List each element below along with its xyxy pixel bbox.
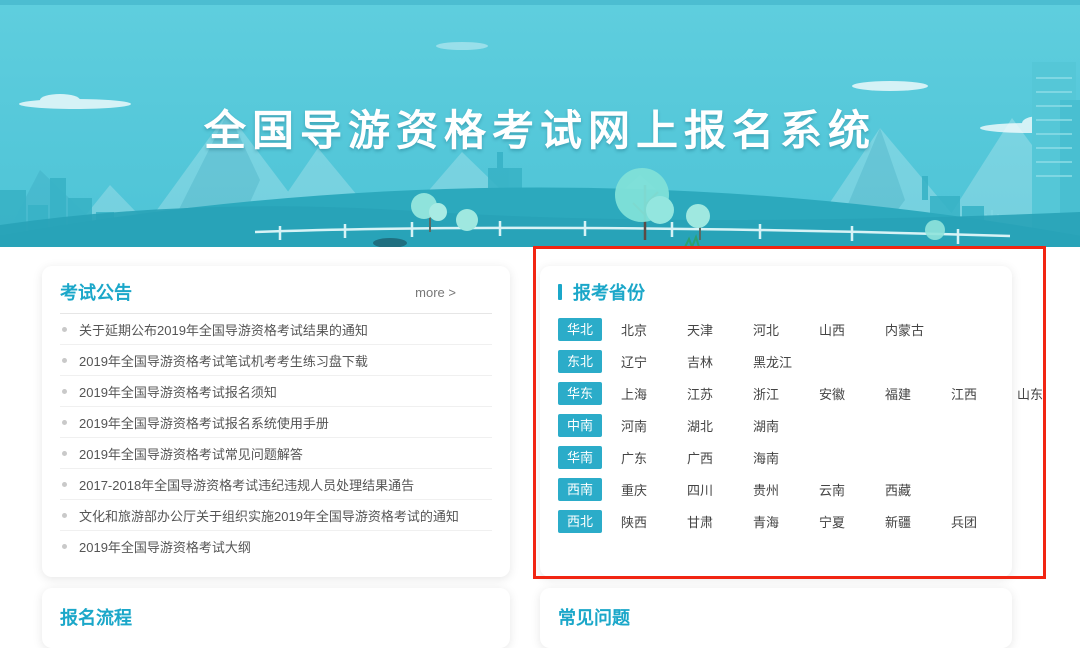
region-button[interactable]: 华北 (558, 318, 602, 341)
province-link[interactable]: 安徽 (819, 384, 860, 403)
region-row: 华北 北京 天津 河北 山西 内蒙古 (558, 313, 994, 345)
province-link[interactable]: 海南 (753, 448, 794, 467)
announcement-item[interactable]: 关于延期公布2019年全国导游资格考试结果的通知 (60, 314, 492, 345)
announcement-item[interactable]: 2019年全国导游资格考试大纲 (60, 531, 492, 561)
bottom-left-title: 报名流程 (60, 608, 132, 628)
province-link[interactable]: 山西 (819, 320, 860, 339)
province-link[interactable]: 云南 (819, 480, 860, 499)
province-link[interactable]: 江西 (951, 384, 992, 403)
province-list: 陕西 甘肃 青海 宁夏 新疆 兵团 (621, 512, 1017, 531)
provinces-title: 报考省份 (573, 279, 645, 305)
province-link[interactable]: 重庆 (621, 480, 662, 499)
bullet-icon (62, 544, 67, 549)
province-link[interactable]: 四川 (687, 480, 728, 499)
province-link[interactable]: 河北 (753, 320, 794, 339)
banner-top-strip (0, 0, 1080, 5)
province-link[interactable]: 黑龙江 (753, 352, 794, 371)
province-link[interactable]: 西藏 (885, 480, 926, 499)
province-list: 河南 湖北 湖南 (621, 416, 819, 435)
announcement-link[interactable]: 2017-2018年全国导游资格考试违纪违规人员处理结果通告 (79, 475, 414, 494)
region-row: 东北 辽宁 吉林 黑龙江 (558, 345, 994, 377)
page-title: 全国导游资格考试网上报名系统 (0, 97, 1080, 158)
announcement-item[interactable]: 2019年全国导游资格考试常见问题解答 (60, 438, 492, 469)
province-list: 广东 广西 海南 (621, 448, 819, 467)
title-bar-icon (558, 284, 562, 300)
province-link[interactable]: 内蒙古 (885, 320, 926, 339)
province-link[interactable]: 北京 (621, 320, 662, 339)
announcement-item[interactable]: 2019年全国导游资格考试报名系统使用手册 (60, 407, 492, 438)
region-row: 华东 上海江苏浙江安徽福建江西山东 (558, 377, 994, 409)
bullet-icon (62, 327, 67, 332)
province-link[interactable]: 广东 (621, 448, 662, 467)
more-link[interactable]: more > (415, 285, 456, 300)
announcement-item[interactable]: 2019年全国导游资格考试报名须知 (60, 376, 492, 407)
announcement-item[interactable]: 2019年全国导游资格考试笔试机考考生练习盘下载 (60, 345, 492, 376)
region-button[interactable]: 华东 (558, 382, 602, 405)
bullet-icon (62, 513, 67, 518)
region-row: 西北 陕西 甘肃 青海 宁夏 新疆 兵团 (558, 505, 994, 537)
province-link[interactable]: 浙江 (753, 384, 794, 403)
province-link[interactable]: 陕西 (621, 512, 662, 531)
province-list: 北京 天津 河北 山西 内蒙古 (621, 320, 951, 339)
province-link[interactable]: 天津 (687, 320, 728, 339)
announcement-link[interactable]: 关于延期公布2019年全国导游资格考试结果的通知 (79, 320, 368, 339)
province-link[interactable]: 兵团 (951, 512, 992, 531)
region-button[interactable]: 西南 (558, 478, 602, 501)
announcement-link[interactable]: 2019年全国导游资格考试报名系统使用手册 (79, 413, 329, 432)
province-link[interactable]: 吉林 (687, 352, 728, 371)
region-button[interactable]: 华南 (558, 446, 602, 469)
province-link[interactable]: 新疆 (885, 512, 926, 531)
announcements-title: 考试公告 (60, 279, 132, 305)
announcement-link[interactable]: 2019年全国导游资格考试笔试机考考生练习盘下载 (79, 351, 368, 370)
province-link[interactable]: 青海 (753, 512, 794, 531)
province-list: 上海 江苏 浙江 安徽 福建 江西 山东 (621, 384, 1080, 403)
province-link[interactable]: 河南 (621, 416, 662, 435)
region-row: 西南 重庆 四川 贵州 云南 西藏 (558, 473, 994, 505)
province-link[interactable]: 湖南 (753, 416, 794, 435)
provinces-header: 报考省份 (558, 279, 994, 305)
announcement-item[interactable]: 文化和旅游部办公厅关于组织实施2019年全国导游资格考试的通知 (60, 500, 492, 531)
bullet-icon (62, 358, 67, 363)
region-row: 华南 广东 广西 海南 (558, 441, 994, 473)
announcements-panel: 考试公告 more > 关于延期公布2019年全国导游资格考试结果的通知 201… (42, 266, 510, 577)
province-link[interactable]: 宁夏 (819, 512, 860, 531)
bottom-right-panel: 常见问题 (540, 588, 1012, 648)
region-button[interactable]: 东北 (558, 350, 602, 373)
province-link[interactable]: 甘肃 (687, 512, 728, 531)
province-link[interactable]: 广西 (687, 448, 728, 467)
province-link[interactable]: 江苏 (687, 384, 728, 403)
province-list: 辽宁 吉林 黑龙江 (621, 352, 819, 371)
region-row: 中南 河南 湖北 湖南 (558, 409, 994, 441)
announcement-link[interactable]: 2019年全国导游资格考试常见问题解答 (79, 444, 303, 463)
bottom-left-panel: 报名流程 (42, 588, 510, 648)
province-link[interactable]: 山东 (1017, 384, 1058, 403)
region-button[interactable]: 中南 (558, 414, 602, 437)
province-list: 重庆 四川 贵州 云南 西藏 (621, 480, 951, 499)
bullet-icon (62, 482, 67, 487)
announcement-link[interactable]: 文化和旅游部办公厅关于组织实施2019年全国导游资格考试的通知 (79, 506, 459, 525)
bullet-icon (62, 389, 67, 394)
announcements-header: 考试公告 more > (60, 279, 492, 305)
bullet-icon (62, 451, 67, 456)
bullet-icon (62, 420, 67, 425)
announcement-item[interactable]: 2017-2018年全国导游资格考试违纪违规人员处理结果通告 (60, 469, 492, 500)
province-link[interactable]: 福建 (885, 384, 926, 403)
announcements-list: 关于延期公布2019年全国导游资格考试结果的通知 2019年全国导游资格考试笔试… (60, 314, 492, 561)
announcement-link[interactable]: 2019年全国导游资格考试报名须知 (79, 382, 277, 401)
province-link[interactable]: 上海 (621, 384, 662, 403)
province-link[interactable]: 贵州 (753, 480, 794, 499)
bottom-right-title: 常见问题 (558, 608, 630, 628)
provinces-panel: 报考省份 华北 北京 天津 河北 山西 内蒙古 东北 辽宁 吉林 黑龙江 华东 上海 江苏 浙江… (540, 266, 1012, 577)
region-rows: 华北 北京 天津 河北 山西 内蒙古 东北 辽宁 吉林 黑龙江 华东 上海 江苏 浙江 安徽 福建 江… (558, 313, 994, 537)
announcement-link[interactable]: 2019年全国导游资格考试大纲 (79, 537, 251, 556)
province-link[interactable]: 辽宁 (621, 352, 662, 371)
region-button[interactable]: 西北 (558, 510, 602, 533)
province-link[interactable]: 湖北 (687, 416, 728, 435)
banner: 全国导游资格考试网上报名系统 (0, 0, 1080, 247)
